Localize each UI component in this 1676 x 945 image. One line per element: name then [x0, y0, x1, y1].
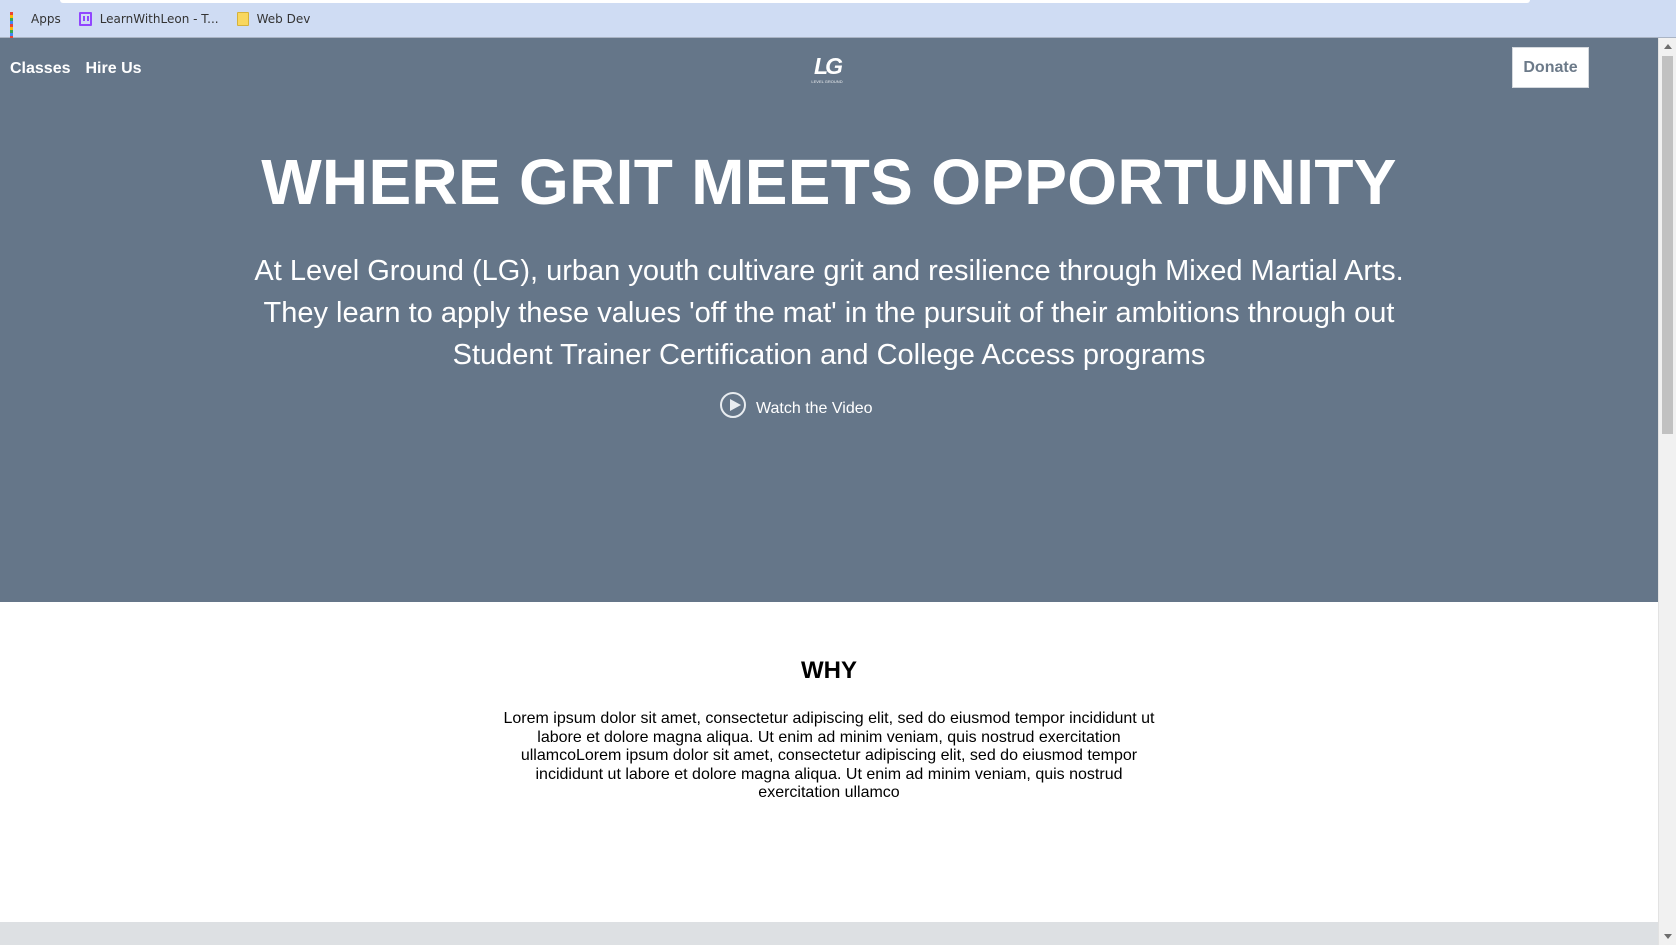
main-nav: Classes Hire Us: [10, 60, 142, 78]
site-logo[interactable]: LG LEVEL GROUND: [808, 53, 846, 93]
scroll-down-arrow-icon[interactable]: [1664, 934, 1672, 939]
bookmark-learnwithleon[interactable]: LearnWithLeon - T...: [78, 11, 219, 26]
why-section: WHY Lorem ipsum dolor sit amet, consecte…: [0, 602, 1658, 945]
logo-subtext: LEVEL GROUND: [811, 79, 843, 84]
play-circle-icon: [720, 392, 746, 418]
folder-icon: [236, 11, 249, 26]
bookmark-label: Web Dev: [256, 11, 311, 26]
nav-link-classes[interactable]: Classes: [10, 60, 71, 78]
next-section-strip: [0, 922, 1658, 945]
watch-video-link[interactable]: Watch the Video: [720, 392, 873, 418]
bookmark-label: Apps: [31, 11, 61, 26]
page-scrollbar[interactable]: [1658, 38, 1676, 945]
nav-link-hire-us[interactable]: Hire Us: [86, 60, 142, 78]
why-text: Lorem ipsum dolor sit amet, consectetur …: [503, 710, 1155, 801]
twitch-icon: [78, 11, 92, 26]
scroll-up-arrow-icon[interactable]: [1664, 44, 1672, 49]
hero-section: Classes Hire Us LG LEVEL GROUND Donate W…: [0, 38, 1658, 602]
watch-video-label: Watch the Video: [756, 400, 873, 417]
hero-description: At Level Ground (LG), urban youth cultiv…: [254, 255, 1404, 371]
scroll-thumb[interactable]: [1662, 56, 1673, 434]
bookmark-web-dev[interactable]: Web Dev: [236, 11, 311, 26]
logo-mark: LG: [814, 53, 843, 79]
apps-grid-icon: [10, 12, 23, 39]
page-viewport: Classes Hire Us LG LEVEL GROUND Donate W…: [0, 38, 1658, 945]
bookmarks-bar: Apps LearnWithLeon - T... Web Dev: [0, 0, 1676, 39]
address-bar-edge: [60, 0, 1530, 3]
why-title: WHY: [801, 657, 857, 684]
bookmark-apps[interactable]: Apps: [10, 11, 61, 39]
hero-title: WHERE GRIT MEETS OPPORTUNITY: [261, 146, 1397, 218]
donate-button[interactable]: Donate: [1512, 47, 1589, 88]
bookmark-label: LearnWithLeon - T...: [99, 11, 219, 26]
